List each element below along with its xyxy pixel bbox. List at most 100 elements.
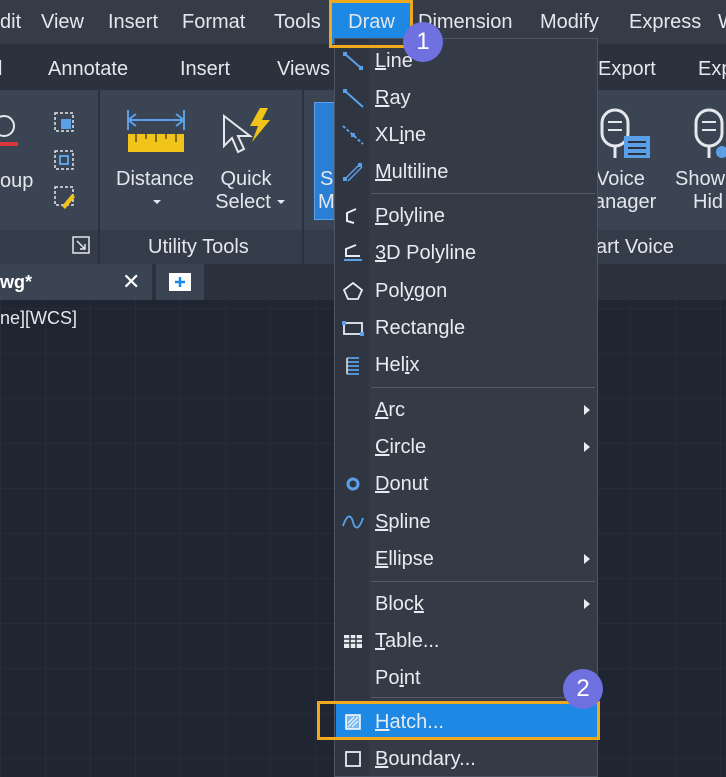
boundary-icon bbox=[345, 751, 361, 767]
accelerator-key: y bbox=[403, 280, 414, 302]
group-button-label[interactable]: oup bbox=[0, 170, 33, 193]
utility-tools-panel-label: Utility Tools bbox=[148, 236, 249, 258]
label-suffix: ne bbox=[403, 124, 427, 146]
label-suffix: gon bbox=[413, 280, 448, 302]
menu-view[interactable]: View bbox=[41, 0, 84, 44]
menu-item-label: Point bbox=[375, 660, 421, 696]
label-prefix: Hel bbox=[375, 354, 406, 376]
tab-export[interactable]: Export bbox=[598, 44, 656, 90]
menu-separator bbox=[371, 387, 595, 388]
distance-button-label[interactable]: Distance bbox=[116, 168, 194, 191]
show-hide-label-2[interactable]: Hid bbox=[693, 191, 723, 214]
accelerator-key: P bbox=[375, 205, 389, 227]
label-suffix: able... bbox=[385, 630, 440, 652]
menu-item-label: Multiline bbox=[375, 154, 448, 190]
voice-manager-label-2[interactable]: anager bbox=[594, 191, 656, 214]
select-all-icon[interactable] bbox=[52, 148, 78, 174]
label-suffix: oundary... bbox=[388, 748, 476, 770]
label-suffix: olyline bbox=[388, 205, 446, 227]
smart-voice-panel-label: art Voice bbox=[596, 236, 674, 258]
tab-annotate[interactable]: Annotate bbox=[48, 44, 128, 90]
label-suffix: onut bbox=[389, 473, 429, 495]
menu-item-3d-polyline[interactable]: 3D Polyline bbox=[336, 235, 597, 271]
step-badge-1: 1 bbox=[403, 22, 443, 62]
menu-item-label: Arc bbox=[375, 392, 405, 428]
panel-divider bbox=[302, 90, 304, 264]
close-icon[interactable]: ✕ bbox=[122, 264, 140, 300]
voice-manager-icon[interactable] bbox=[598, 108, 656, 164]
document-tab-name[interactable]: wg* bbox=[0, 264, 32, 300]
label-prefix: Pol bbox=[375, 280, 404, 302]
menu-item-arc[interactable]: Arc bbox=[336, 392, 597, 428]
label-suffix: ultiline bbox=[391, 161, 449, 183]
voice-manager-label-1[interactable]: Voice bbox=[596, 168, 645, 191]
accelerator-key: g bbox=[438, 317, 450, 339]
menu-item-ellipse[interactable]: Ellipse bbox=[336, 541, 597, 577]
show-hide-label-1[interactable]: Show bbox=[675, 168, 725, 191]
label-suffix: ircle bbox=[389, 436, 427, 458]
submenu-arrow-icon bbox=[584, 554, 590, 564]
menu-item-circle[interactable]: Circle bbox=[336, 429, 597, 465]
menu-window[interactable]: W bbox=[718, 0, 726, 44]
show-hide-icon[interactable] bbox=[692, 108, 726, 164]
tab-partial[interactable]: l bbox=[0, 44, 2, 90]
3d-polyline-icon bbox=[344, 244, 362, 261]
menu-item-label: Donut bbox=[375, 466, 428, 502]
accelerator-key: 3 bbox=[375, 242, 387, 264]
distance-icon[interactable] bbox=[126, 108, 186, 156]
donut-icon bbox=[346, 477, 360, 491]
menu-edit[interactable]: dit bbox=[0, 0, 21, 44]
menu-item-block[interactable]: Block bbox=[336, 586, 597, 622]
menu-tools[interactable]: Tools bbox=[274, 0, 321, 44]
menu-item-donut[interactable]: Donut bbox=[336, 466, 597, 502]
menu-item-point[interactable]: Point bbox=[336, 660, 597, 696]
new-tab-button[interactable] bbox=[156, 264, 204, 300]
accelerator-key: L bbox=[375, 50, 387, 72]
menu-format[interactable]: Format bbox=[182, 0, 245, 44]
tab-exp[interactable]: Exp bbox=[698, 44, 726, 90]
chevron-down-icon[interactable] bbox=[152, 198, 162, 206]
group-icon[interactable] bbox=[0, 112, 20, 156]
draw-menu: Line Ray XLine Multiline Polyline 3D Polyline… bbox=[334, 38, 598, 777]
tab-views[interactable]: Views bbox=[277, 44, 330, 90]
quick-select-label-2[interactable]: Select bbox=[210, 191, 276, 214]
menu-insert[interactable]: Insert bbox=[108, 0, 158, 44]
callout-box-draw bbox=[329, 0, 413, 48]
accelerator-key: D bbox=[375, 473, 390, 495]
menu-item-line[interactable]: Line bbox=[336, 43, 597, 79]
select-similar-icon[interactable] bbox=[52, 110, 78, 136]
viewport-label[interactable]: ne][WCS] bbox=[0, 308, 77, 329]
smart-select-label-1[interactable]: S bbox=[320, 168, 333, 191]
menu-item-spline[interactable]: Spline bbox=[336, 504, 597, 540]
submenu-arrow-icon bbox=[584, 405, 590, 415]
document-tab[interactable]: wg* ✕ bbox=[0, 264, 152, 300]
smart-select-label-2[interactable]: M bbox=[318, 191, 335, 214]
menu-item-helix[interactable]: Helix bbox=[336, 347, 597, 383]
menu-item-polyline[interactable]: Polyline bbox=[336, 198, 597, 234]
quick-select-label-1[interactable]: Quick bbox=[213, 168, 279, 191]
menu-express[interactable]: Express bbox=[629, 0, 701, 44]
menu-item-rectangle[interactable]: Rectangle bbox=[336, 310, 597, 346]
quick-select-icon[interactable] bbox=[220, 106, 276, 158]
submenu-arrow-icon bbox=[584, 442, 590, 452]
menu-item-polygon[interactable]: Polygon bbox=[336, 273, 597, 309]
accelerator-key: B bbox=[375, 748, 389, 770]
menu-item-boundary[interactable]: Boundary... bbox=[336, 741, 597, 777]
chevron-down-icon[interactable] bbox=[276, 198, 286, 206]
accelerator-key: T bbox=[375, 630, 385, 652]
menu-item-ray[interactable]: Ray bbox=[336, 80, 597, 116]
label-prefix: Rectan bbox=[375, 317, 439, 339]
panel-divider bbox=[98, 90, 100, 264]
menu-item-xline[interactable]: XLine bbox=[336, 117, 597, 153]
menu-separator bbox=[371, 581, 595, 582]
tab-insert[interactable]: Insert bbox=[180, 44, 230, 90]
menu-item-multiline[interactable]: Multiline bbox=[336, 154, 597, 190]
menu-item-label: 3D Polyline bbox=[375, 235, 476, 271]
label-suffix: nt bbox=[403, 667, 421, 689]
select-edit-icon[interactable] bbox=[52, 184, 78, 212]
label-suffix: llipse bbox=[388, 548, 434, 570]
table-icon bbox=[344, 635, 362, 648]
menu-item-table[interactable]: Table... bbox=[336, 623, 597, 659]
menu-item-label: Polygon bbox=[375, 273, 447, 309]
panel-launcher-icon[interactable] bbox=[72, 236, 90, 254]
